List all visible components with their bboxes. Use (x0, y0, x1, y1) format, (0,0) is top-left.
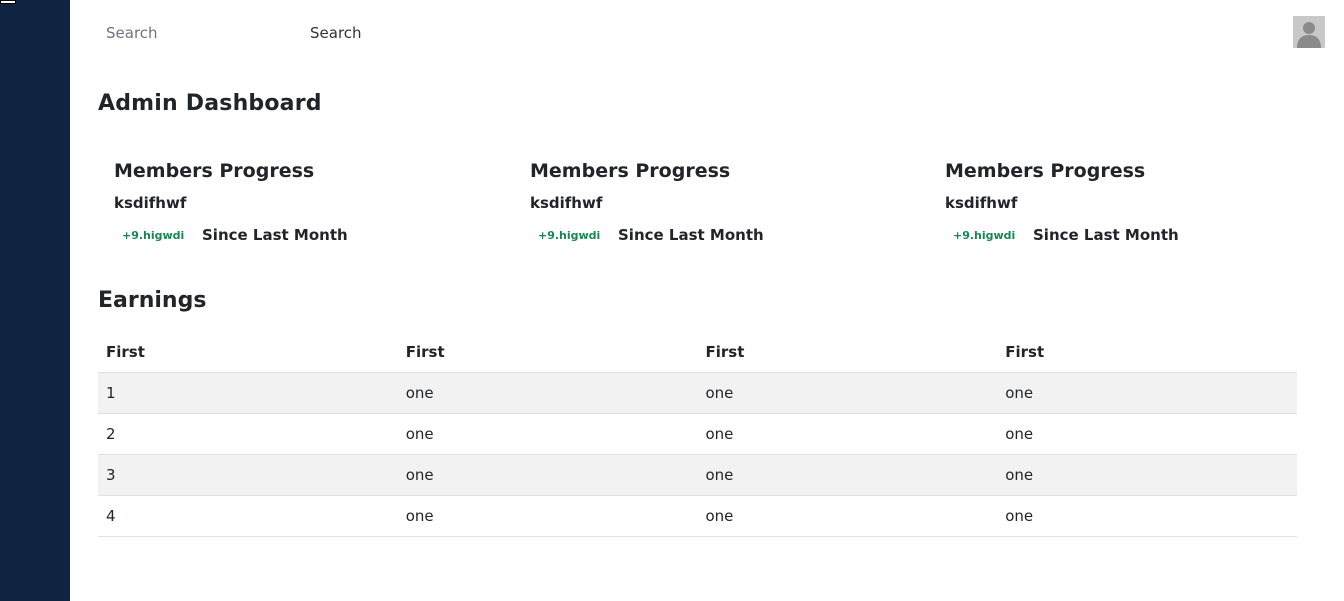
table-cell: one (697, 495, 998, 537)
table-cell: one (697, 454, 998, 496)
progress-card: Members Progress ksdifhwf +9.higwdi Sinc… (929, 156, 1329, 256)
progress-card: Members Progress ksdifhwf +9.higwdi Sinc… (514, 156, 914, 256)
topbar: Search (70, 0, 1344, 66)
card-change-badge: +9.higwdi (538, 229, 601, 242)
earnings-table: First First First First 1 one one one 2 … (98, 332, 1297, 537)
table-cell: one (397, 372, 698, 414)
table-cell: 2 (98, 413, 398, 455)
table-row: 1 one one one (98, 372, 1297, 414)
table-cell: one (997, 413, 1297, 455)
card-title: Members Progress (114, 160, 315, 182)
sidebar (0, 0, 70, 601)
table-cell: one (397, 495, 698, 537)
table-cell: one (697, 372, 998, 414)
table-cell: 3 (98, 454, 398, 496)
card-since-label: Since Last Month (202, 226, 348, 244)
column-header: First (98, 332, 398, 373)
card-title: Members Progress (945, 160, 1146, 182)
card-since-label: Since Last Month (1033, 226, 1179, 244)
card-value: ksdifhwf (945, 194, 1018, 212)
search-button[interactable]: Search (302, 18, 372, 48)
table-cell: one (997, 495, 1297, 537)
progress-cards: Members Progress ksdifhwf +9.higwdi Sinc… (98, 156, 1344, 256)
column-header: First (697, 332, 998, 373)
card-title: Members Progress (530, 160, 731, 182)
column-header: First (397, 332, 698, 373)
card-since-label: Since Last Month (618, 226, 764, 244)
table-header-row: First First First First (98, 332, 1297, 373)
card-change-badge: +9.higwdi (122, 229, 185, 242)
card-change-badge: +9.higwdi (953, 229, 1016, 242)
table-cell: one (397, 413, 698, 455)
user-avatar-icon[interactable] (1293, 16, 1325, 48)
card-value: ksdifhwf (530, 194, 603, 212)
table-cell: one (697, 413, 998, 455)
page-title: Admin Dashboard (98, 91, 322, 116)
table-cell: one (997, 454, 1297, 496)
table-cell: one (397, 454, 698, 496)
main-content: Search Admin Dashboard Members Progress … (70, 0, 1344, 601)
search-input[interactable] (98, 18, 288, 48)
progress-card: Members Progress ksdifhwf +9.higwdi Sinc… (98, 156, 498, 256)
table-cell: 1 (98, 372, 398, 414)
sidebar-toggle[interactable] (0, 0, 16, 4)
table-row: 3 one one one (98, 454, 1297, 496)
table-cell: one (997, 372, 1297, 414)
table-row: 4 one one one (98, 495, 1297, 537)
column-header: First (997, 332, 1297, 373)
card-value: ksdifhwf (114, 194, 187, 212)
table-cell: 4 (98, 495, 398, 537)
earnings-title: Earnings (98, 288, 207, 313)
table-row: 2 one one one (98, 413, 1297, 455)
